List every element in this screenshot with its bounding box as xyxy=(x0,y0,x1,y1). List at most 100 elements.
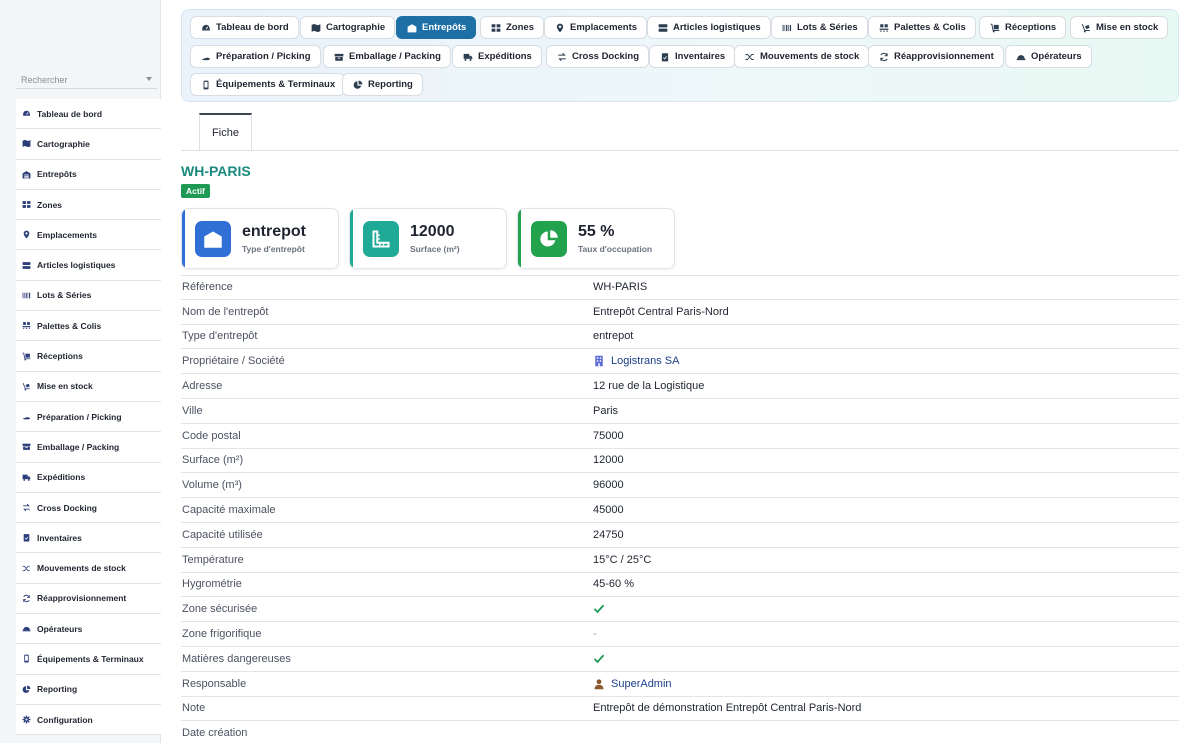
nav-button-label: Entrepôts xyxy=(422,22,467,33)
sidebar-item-cross-docking[interactable]: Cross Docking xyxy=(16,492,161,524)
card-label: Taux d'occupation xyxy=(578,244,653,254)
nav-button-tableau-de-bord[interactable]: Tableau de bord xyxy=(190,16,299,39)
value-cell: 75000 xyxy=(593,429,624,442)
nav-button-emplacements[interactable]: Emplacements xyxy=(544,16,648,39)
nav-button-articles-logistiques[interactable]: Articles logistiques xyxy=(647,16,771,39)
field-label: Capacité maximale xyxy=(182,504,276,517)
shuffle-icon xyxy=(744,51,755,62)
field-label: Volume (m³) xyxy=(182,479,242,492)
sidebar-item-label: Cross Docking xyxy=(37,502,97,513)
hand-truck-icon xyxy=(1080,22,1091,33)
nav-button-label: Tableau de bord xyxy=(216,22,289,33)
value-cell: Entrepôt de démonstration Entrepôt Centr… xyxy=(593,702,862,715)
clipboard-check-icon xyxy=(21,533,31,543)
nav-button-equipements-terminaux[interactable]: Équipements & Terminaux xyxy=(190,73,346,96)
ruler-icon xyxy=(363,221,399,257)
nav-button-lots-series[interactable]: Lots & Séries xyxy=(771,16,868,39)
map-pin-icon xyxy=(554,22,565,33)
sidebar-item-label: Emplacements xyxy=(37,229,97,240)
nav-button-preparation-picking[interactable]: Préparation / Picking xyxy=(190,45,321,68)
nav-button-operateurs[interactable]: Opérateurs xyxy=(1005,45,1092,68)
sidebar-item-emballage-packing[interactable]: Emballage / Packing xyxy=(16,432,161,463)
page-title: WH-PARIS xyxy=(181,163,251,179)
field-label: Capacité utilisée xyxy=(182,528,263,541)
field-label: Référence xyxy=(182,281,233,294)
grid-icon xyxy=(490,22,501,33)
sidebar-item-label: Mouvements de stock xyxy=(37,563,126,574)
sidebar-item-palettes-colis[interactable]: Palettes & Colis xyxy=(16,311,161,342)
detail-row-surface-m: Surface (m²) 12000 xyxy=(181,449,1179,474)
value-link[interactable]: Logistrans SA xyxy=(593,355,679,367)
nav-button-mouvements-de-stock[interactable]: Mouvements de stock xyxy=(734,45,870,68)
card-value: 55 % xyxy=(578,223,615,240)
sidebar-item-zones[interactable]: Zones xyxy=(16,189,161,221)
tab-fiche[interactable]: Fiche xyxy=(199,113,252,151)
nav-button-label: Palettes & Colis xyxy=(894,22,966,33)
mobile-icon xyxy=(21,654,31,664)
nav-button-emballage-packing[interactable]: Emballage / Packing xyxy=(323,45,451,68)
field-label: Type d'entrepôt xyxy=(182,330,258,343)
sidebar-item-label: Équipements & Terminaux xyxy=(37,653,144,664)
card-accent-bar xyxy=(518,209,521,268)
nav-button-palettes-colis[interactable]: Palettes & Colis xyxy=(868,16,976,39)
nav-button-zones[interactable]: Zones xyxy=(480,16,544,39)
grid-icon xyxy=(21,200,31,210)
nav-button-cartographie[interactable]: Cartographie xyxy=(300,16,396,39)
sidebar-item-inventaires[interactable]: Inventaires xyxy=(16,523,161,554)
field-label: Adresse xyxy=(182,380,223,393)
value-cell: 12 rue de la Logistique xyxy=(593,380,705,393)
check-icon xyxy=(593,603,605,615)
pie-chart-icon xyxy=(21,684,31,694)
top-navigation: Tableau de bord Cartographie Entrepôts Zone… xyxy=(181,9,1179,102)
chevron-down-icon[interactable] xyxy=(146,77,152,81)
dolly-icon xyxy=(21,351,31,361)
card-label: Surface (m²) xyxy=(410,244,460,254)
detail-row-code-postal: Code postal 75000 xyxy=(181,424,1179,449)
nav-button-expeditions[interactable]: Expéditions xyxy=(452,45,542,68)
nav-button-reapprovisionnement[interactable]: Réapprovisionnement xyxy=(868,45,1004,68)
nav-button-entrepots[interactable]: Entrepôts xyxy=(396,16,477,39)
field-label: Ville xyxy=(182,404,203,417)
card-value: entrepot xyxy=(242,223,306,240)
sidebar-item-tableau-de-bord[interactable]: Tableau de bord xyxy=(16,99,161,130)
field-label: Date création xyxy=(182,727,248,740)
sidebar-item-emplacements[interactable]: Emplacements xyxy=(16,220,161,251)
sidebar-item-preparation-picking[interactable]: Préparation / Picking xyxy=(16,401,161,433)
map-pin-icon xyxy=(21,230,31,240)
dolly-icon xyxy=(989,22,1000,33)
sidebar-item-receptions[interactable]: Réceptions xyxy=(16,341,161,372)
gear-icon xyxy=(21,715,31,725)
sidebar-item-label: Inventaires xyxy=(37,532,82,543)
nav-button-receptions[interactable]: Réceptions xyxy=(979,16,1067,39)
nav-button-cross-docking[interactable]: Cross Docking xyxy=(546,45,650,68)
sidebar-item-configuration[interactable]: Configuration xyxy=(16,704,161,736)
sidebar-item-reporting[interactable]: Reporting xyxy=(16,674,161,705)
sidebar-item-mouvements-de-stock[interactable]: Mouvements de stock xyxy=(16,553,161,584)
sidebar-item-articles-logistiques[interactable]: Articles logistiques xyxy=(16,250,161,281)
value-text: Logistrans SA xyxy=(611,355,680,368)
nav-button-reporting[interactable]: Reporting xyxy=(342,73,423,96)
nav-button-label: Reporting xyxy=(368,79,413,90)
sidebar-item-expeditions[interactable]: Expéditions xyxy=(16,462,161,493)
sidebar-item-lots-series[interactable]: Lots & Séries xyxy=(16,280,161,312)
summary-card: 12000 Surface (m²) xyxy=(349,208,507,269)
building-icon xyxy=(593,355,605,367)
sidebar-item-equipements-terminaux[interactable]: Équipements & Terminaux xyxy=(16,644,161,675)
sidebar-item-operateurs[interactable]: Opérateurs xyxy=(16,614,161,645)
truck-icon xyxy=(462,51,473,62)
sidebar-item-reapprovisionnement[interactable]: Réapprovisionnement xyxy=(16,583,161,615)
nav-button-label: Préparation / Picking xyxy=(216,51,311,62)
sidebar-item-label: Reporting xyxy=(37,684,78,695)
sidebar-item-label: Réapprovisionnement xyxy=(37,593,127,604)
sidebar-item-cartographie[interactable]: Cartographie xyxy=(16,129,161,160)
card-accent-bar xyxy=(350,209,353,268)
search-input[interactable]: Rechercher xyxy=(16,69,157,89)
value-link[interactable]: SuperAdmin xyxy=(593,678,672,690)
nav-button-mise-en-stock[interactable]: Mise en stock xyxy=(1070,16,1169,39)
gauge-icon xyxy=(200,22,211,33)
sidebar-item-entrepots[interactable]: Entrepôts xyxy=(16,159,161,190)
nav-button-label: Réapprovisionnement xyxy=(894,51,994,62)
sidebar-item-label: Expéditions xyxy=(37,472,86,483)
nav-button-inventaires[interactable]: Inventaires xyxy=(649,45,736,68)
sidebar-item-mise-en-stock[interactable]: Mise en stock xyxy=(16,371,161,402)
